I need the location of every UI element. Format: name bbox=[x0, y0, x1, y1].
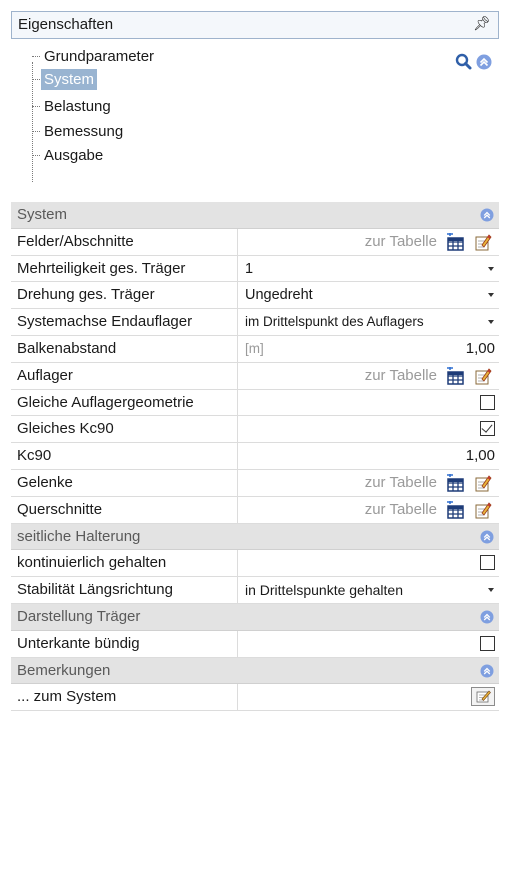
prop-stabilitaet-laengsrichtung[interactable]: Stabilität Längsrichtung in Drittelspunk… bbox=[11, 577, 499, 604]
category-system[interactable]: System bbox=[11, 202, 499, 229]
search-icon[interactable] bbox=[454, 52, 474, 72]
collapse-category-icon[interactable] bbox=[480, 664, 494, 678]
pin-icon[interactable]: 📌︎ bbox=[473, 15, 491, 32]
edit-note-button[interactable] bbox=[471, 687, 495, 707]
prop-gleiches-kc90[interactable]: Gleiches Kc90 bbox=[11, 416, 499, 444]
edit-icon[interactable] bbox=[473, 500, 493, 520]
numeric-value[interactable]: 1,00 bbox=[466, 443, 495, 469]
prop-kontinuierlich-gehalten[interactable]: kontinuierlich gehalten bbox=[11, 550, 499, 578]
collapse-category-icon[interactable] bbox=[480, 530, 494, 544]
dropdown-value[interactable]: in Drittelspunkte gehalten bbox=[245, 577, 403, 603]
prop-name: ... zum System bbox=[17, 688, 117, 706]
category-label: seitliche Halterung bbox=[17, 527, 141, 545]
dropdown-value[interactable]: im Drittelspunkt des Auflagers bbox=[245, 309, 424, 335]
tree-item-label: Belastung bbox=[44, 98, 111, 115]
tree-item-label: Grundparameter bbox=[44, 48, 155, 65]
edit-icon[interactable] bbox=[473, 366, 493, 386]
prop-name: Balkenabstand bbox=[17, 339, 117, 357]
chevron-down-icon[interactable] bbox=[488, 588, 494, 593]
chevron-down-icon[interactable] bbox=[488, 266, 494, 271]
prop-name: Stabilität Längsrichtung bbox=[17, 581, 173, 599]
dropdown-value[interactable]: 1 bbox=[245, 256, 253, 282]
prop-name: Auflager bbox=[17, 366, 73, 384]
category-label: System bbox=[17, 206, 68, 223]
category-label: Darstellung Träger bbox=[17, 607, 141, 625]
prop-name: Unterkante bündig bbox=[17, 634, 140, 652]
table-icon[interactable] bbox=[445, 366, 465, 385]
table-icon[interactable] bbox=[445, 500, 465, 519]
tree-item-label: Bemessung bbox=[44, 123, 124, 140]
checkbox[interactable] bbox=[480, 421, 495, 437]
prop-name: Mehrteiligkeit ges. Träger bbox=[17, 259, 186, 277]
table-icon[interactable] bbox=[445, 473, 465, 492]
prop-name: kontinuierlich gehalten bbox=[17, 554, 167, 572]
tree-item-label: System bbox=[41, 69, 98, 90]
edit-note-icon bbox=[476, 690, 491, 703]
prop-unterkante-buendig[interactable]: Unterkante bündig bbox=[11, 630, 499, 658]
category-darstellung-traeger[interactable]: Darstellung Träger bbox=[11, 603, 499, 631]
prop-gleiche-auflagergeometrie[interactable]: Gleiche Auflagergeometrie bbox=[11, 389, 499, 417]
prop-zum-system[interactable]: ... zum System bbox=[11, 684, 499, 712]
table-icon[interactable] bbox=[445, 232, 465, 251]
edit-icon[interactable] bbox=[473, 232, 493, 252]
prop-name: Felder/Abschnitte bbox=[17, 232, 134, 250]
prop-name: Drehung ges. Träger bbox=[17, 286, 155, 304]
prop-gelenke[interactable]: Gelenke zur Tabelle bbox=[11, 469, 499, 497]
checkbox[interactable] bbox=[480, 394, 495, 410]
property-grid: System Felder/Abschnitte zur Tabelle Meh… bbox=[11, 202, 499, 712]
edit-icon[interactable] bbox=[473, 473, 493, 493]
to-table-link[interactable]: zur Tabelle bbox=[365, 229, 437, 255]
collapse-category-icon[interactable] bbox=[480, 610, 494, 624]
to-table-link[interactable]: zur Tabelle bbox=[365, 497, 437, 523]
prop-drehung[interactable]: Drehung ges. Träger Ungedreht bbox=[11, 282, 499, 310]
dropdown-value[interactable]: Ungedreht bbox=[245, 282, 313, 308]
prop-querschnitte[interactable]: Querschnitte zur Tabelle bbox=[11, 496, 499, 524]
prop-name: Querschnitte bbox=[17, 500, 103, 518]
prop-felder-abschnitte[interactable]: Felder/Abschnitte zur Tabelle bbox=[11, 228, 499, 256]
prop-systemachse[interactable]: Systemachse Endauflager im Drittelspunkt… bbox=[11, 309, 499, 336]
chevron-down-icon[interactable] bbox=[488, 320, 494, 325]
tree-guide-line bbox=[32, 62, 33, 182]
unit-label: [m] bbox=[245, 340, 264, 356]
to-table-link[interactable]: zur Tabelle bbox=[365, 470, 437, 496]
checkbox[interactable] bbox=[480, 555, 495, 571]
category-bemerkungen[interactable]: Bemerkungen bbox=[11, 657, 499, 685]
prop-auflager[interactable]: Auflager zur Tabelle bbox=[11, 362, 499, 390]
prop-balkenabstand[interactable]: Balkenabstand [m] 1,00 bbox=[11, 335, 499, 363]
prop-name: Gleiche Auflagergeometrie bbox=[17, 393, 194, 411]
prop-name: Systemachse Endauflager bbox=[17, 313, 193, 331]
prop-mehrteiligkeit[interactable]: Mehrteiligkeit ges. Träger 1 bbox=[11, 255, 499, 283]
checkbox[interactable] bbox=[480, 635, 495, 651]
category-label: Bemerkungen bbox=[17, 661, 111, 679]
to-table-link[interactable]: zur Tabelle bbox=[365, 363, 437, 389]
panel-title: Eigenschaften bbox=[18, 16, 114, 33]
chevron-down-icon[interactable] bbox=[488, 293, 494, 298]
prop-name: Kc90 bbox=[17, 447, 52, 465]
prop-name: Gleiches Kc90 bbox=[17, 420, 114, 438]
numeric-value[interactable]: 1,00 bbox=[466, 336, 495, 362]
collapse-all-icon[interactable] bbox=[474, 52, 494, 72]
properties-panel-header: Eigenschaften 📌︎ bbox=[11, 11, 499, 39]
category-seitliche-halterung[interactable]: seitliche Halterung bbox=[11, 523, 499, 551]
prop-kc90[interactable]: Kc90 1,00 bbox=[11, 443, 499, 470]
prop-name: Gelenke bbox=[17, 473, 73, 491]
tree-item-label: Ausgabe bbox=[44, 147, 104, 164]
collapse-category-icon[interactable] bbox=[480, 208, 494, 222]
